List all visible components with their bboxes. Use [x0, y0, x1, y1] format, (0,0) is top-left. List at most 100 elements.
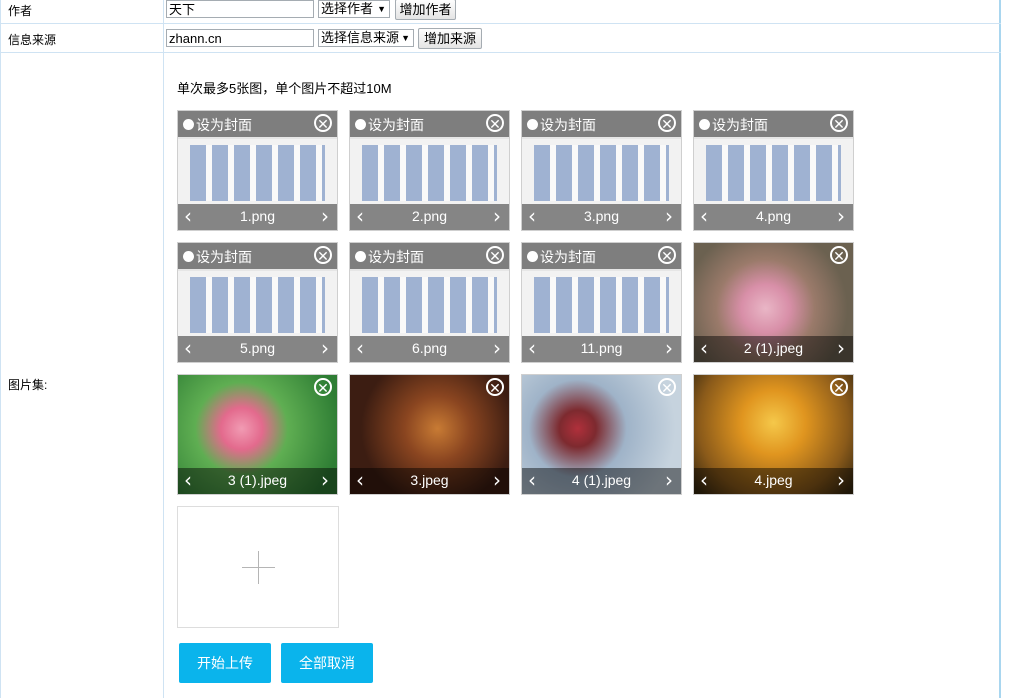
set-cover-label: 设为封面	[196, 117, 252, 133]
chevron-right-icon[interactable]: ›	[665, 470, 673, 490]
mock-page-content	[190, 145, 325, 201]
thumbnail-caption-bar: ‹ 4.jpeg ›	[694, 468, 853, 494]
row-divider	[0, 52, 1001, 53]
dropdown-arrow-icon: ▼	[401, 33, 410, 43]
remove-image-icon[interactable]: ✕	[658, 114, 676, 132]
mock-page-content	[362, 145, 497, 201]
source-input[interactable]: zhann.cn	[166, 29, 314, 47]
remove-image-icon[interactable]: ✕	[658, 246, 676, 264]
image-filename: 6.png	[411, 340, 448, 356]
chevron-right-icon[interactable]: ›	[493, 470, 501, 490]
source-select[interactable]: 选择信息来源 ▼	[318, 29, 414, 47]
image-filename: 5.png	[239, 340, 276, 356]
chevron-right-icon[interactable]: ›	[321, 206, 329, 226]
chevron-right-icon[interactable]: ›	[665, 338, 673, 358]
column-divider	[163, 0, 164, 698]
mock-page-content	[534, 145, 669, 201]
radio-icon	[355, 119, 366, 130]
image-thumbnail[interactable]: 设为封面 ✕ ‹ 5.png ›	[177, 242, 338, 363]
chevron-right-icon[interactable]: ›	[665, 206, 673, 226]
image-filename: 2 (1).jpeg	[743, 340, 804, 356]
thumbnail-caption-bar: ‹ 2 (1).jpeg ›	[694, 336, 853, 362]
thumbnail-caption-bar: ‹ 6.png ›	[350, 336, 509, 362]
remove-image-icon[interactable]: ✕	[658, 378, 676, 396]
plus-icon-vertical	[258, 551, 259, 584]
source-select-value: 选择信息来源	[321, 30, 400, 45]
image-thumbnail[interactable]: ✕ ‹ 4.jpeg ›	[693, 374, 854, 495]
thumbnail-caption-bar: ‹ 4.png ›	[694, 204, 853, 230]
cancel-all-button[interactable]: 全部取消	[281, 643, 373, 683]
image-thumbnail[interactable]: 设为封面 ✕ ‹ 3.png ›	[521, 110, 682, 231]
mock-page-content	[190, 277, 325, 333]
chevron-right-icon[interactable]: ›	[321, 470, 329, 490]
remove-image-icon[interactable]: ✕	[486, 114, 504, 132]
gallery-label: 图片集:	[8, 378, 48, 392]
image-thumbnail[interactable]: ✕ ‹ 3 (1).jpeg ›	[177, 374, 338, 495]
image-filename: 3 (1).jpeg	[227, 472, 288, 488]
image-thumbnail[interactable]: 设为封面 ✕ ‹ 11.png ›	[521, 242, 682, 363]
remove-image-icon[interactable]: ✕	[314, 114, 332, 132]
chevron-right-icon[interactable]: ›	[837, 206, 845, 226]
thumbnail-caption-bar: ‹ 3 (1).jpeg ›	[178, 468, 337, 494]
chevron-right-icon[interactable]: ›	[837, 338, 845, 358]
image-thumbnail[interactable]: 设为封面 ✕ ‹ 4.png ›	[693, 110, 854, 231]
mock-page-content	[706, 145, 841, 201]
set-cover-label: 设为封面	[368, 249, 424, 265]
chevron-right-icon[interactable]: ›	[493, 338, 501, 358]
radio-icon	[699, 119, 710, 130]
image-thumbnail[interactable]: ✕ ‹ 2 (1).jpeg ›	[693, 242, 854, 363]
chevron-right-icon[interactable]: ›	[493, 206, 501, 226]
image-filename: 1.png	[239, 208, 276, 224]
thumbnail-caption-bar: ‹ 1.png ›	[178, 204, 337, 230]
image-thumbnail[interactable]: 设为封面 ✕ ‹ 1.png ›	[177, 110, 338, 231]
remove-image-icon[interactable]: ✕	[314, 246, 332, 264]
chevron-right-icon[interactable]: ›	[321, 338, 329, 358]
image-thumbnail[interactable]: 设为封面 ✕ ‹ 6.png ›	[349, 242, 510, 363]
image-filename: 4.png	[755, 208, 792, 224]
set-cover-label: 设为封面	[712, 117, 768, 133]
thumbnail-caption-bar: ‹ 11.png ›	[522, 336, 681, 362]
thumbnail-caption-bar: ‹ 4 (1).jpeg ›	[522, 468, 681, 494]
set-cover-label: 设为封面	[196, 249, 252, 265]
author-label: 作者	[8, 4, 33, 18]
author-select[interactable]: 选择作者 ▼	[318, 0, 390, 18]
set-cover-label: 设为封面	[540, 249, 596, 265]
image-thumbnail[interactable]: ✕ ‹ 4 (1).jpeg ›	[521, 374, 682, 495]
image-thumbnail[interactable]: ✕ ‹ 3.jpeg ›	[349, 374, 510, 495]
image-filename: 4 (1).jpeg	[571, 472, 632, 488]
set-cover-label: 设为封面	[368, 117, 424, 133]
upload-hint: 单次最多5张图，单个图片不超过10M	[177, 81, 392, 96]
radio-icon	[355, 251, 366, 262]
chevron-right-icon[interactable]: ›	[837, 470, 845, 490]
radio-icon	[183, 251, 194, 262]
author-select-value: 选择作者	[321, 1, 374, 16]
mock-page-content	[362, 277, 497, 333]
radio-icon	[527, 251, 538, 262]
dropdown-arrow-icon: ▼	[377, 4, 386, 14]
radio-icon	[527, 119, 538, 130]
remove-image-icon[interactable]: ✕	[830, 114, 848, 132]
thumbnail-caption-bar: ‹ 5.png ›	[178, 336, 337, 362]
image-filename: 3.jpeg	[410, 472, 449, 488]
thumbnail-caption-bar: ‹ 3.png ›	[522, 204, 681, 230]
remove-image-icon[interactable]: ✕	[314, 378, 332, 396]
add-author-button[interactable]: 增加作者	[395, 0, 456, 20]
row-divider	[0, 23, 1001, 24]
image-thumbnail[interactable]: 设为封面 ✕ ‹ 2.png ›	[349, 110, 510, 231]
image-filename: 11.png	[580, 340, 623, 356]
remove-image-icon[interactable]: ✕	[486, 378, 504, 396]
add-image-button[interactable]	[177, 506, 339, 628]
author-input[interactable]: 天下	[166, 0, 314, 18]
image-filename: 2.png	[411, 208, 448, 224]
set-cover-label: 设为封面	[540, 117, 596, 133]
image-filename: 4.jpeg	[754, 472, 793, 488]
remove-image-icon[interactable]: ✕	[830, 246, 848, 264]
radio-icon	[183, 119, 194, 130]
add-source-button[interactable]: 增加来源	[418, 28, 482, 49]
source-label: 信息来源	[8, 33, 57, 47]
remove-image-icon[interactable]: ✕	[486, 246, 504, 264]
thumbnail-caption-bar: ‹ 3.jpeg ›	[350, 468, 509, 494]
mock-page-content	[534, 277, 669, 333]
remove-image-icon[interactable]: ✕	[830, 378, 848, 396]
start-upload-button[interactable]: 开始上传	[179, 643, 271, 683]
